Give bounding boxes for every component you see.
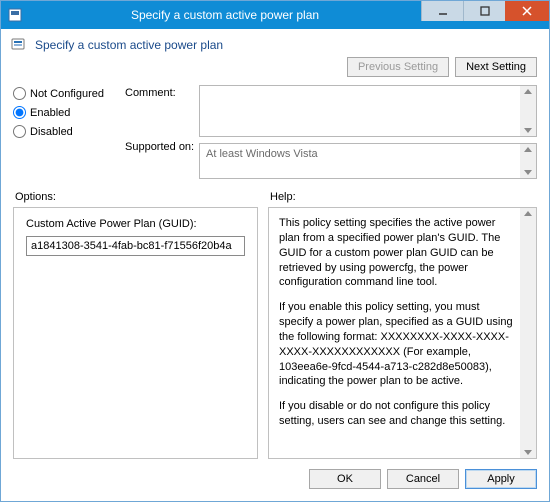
next-setting-button[interactable]: Next Setting: [455, 57, 537, 77]
radio-disabled[interactable]: Disabled: [13, 125, 121, 138]
field-labels: Comment: Supported on:: [125, 85, 195, 179]
supported-text: At least Windows Vista: [206, 148, 318, 160]
radio-label: Enabled: [30, 107, 70, 119]
radio-not-configured-input[interactable]: [13, 87, 26, 100]
window-title: Specify a custom active power plan: [29, 8, 421, 22]
scrollbar[interactable]: [520, 208, 536, 458]
help-column: Help: This policy setting specifies the …: [268, 189, 537, 459]
scroll-down-icon: [524, 170, 532, 175]
state-radios: Not Configured Enabled Disabled: [13, 85, 121, 179]
help-panel: This policy setting specifies the active…: [268, 207, 537, 459]
dialog-title: Specify a custom active power plan: [35, 38, 223, 52]
nav-buttons: Previous Setting Next Setting: [1, 57, 549, 85]
options-panel: Custom Active Power Plan (GUID):: [13, 207, 258, 459]
comment-field[interactable]: [199, 85, 537, 137]
window-buttons: [421, 1, 549, 29]
supported-field: At least Windows Vista: [199, 143, 537, 179]
config-area: Not Configured Enabled Disabled Comment:…: [1, 85, 549, 183]
scroll-down-icon: [524, 450, 532, 455]
scrollbar[interactable]: [520, 86, 536, 136]
app-icon: [1, 1, 29, 29]
scroll-up-icon: [524, 211, 532, 216]
cancel-button[interactable]: Cancel: [387, 469, 459, 489]
supported-label: Supported on:: [125, 139, 195, 153]
radio-label: Disabled: [30, 126, 73, 138]
policy-icon: [11, 37, 27, 53]
dialog-header: Specify a custom active power plan: [1, 29, 549, 59]
radio-enabled[interactable]: Enabled: [13, 106, 121, 119]
options-heading: Options:: [13, 189, 258, 207]
close-button[interactable]: [505, 1, 549, 21]
dialog-footer: OK Cancel Apply: [1, 459, 549, 501]
policy-dialog: Specify a custom active power plan Speci…: [0, 0, 550, 502]
titlebar[interactable]: Specify a custom active power plan: [1, 1, 549, 29]
scroll-up-icon: [524, 89, 532, 94]
apply-button[interactable]: Apply: [465, 469, 537, 489]
radio-label: Not Configured: [30, 88, 104, 100]
options-column: Options: Custom Active Power Plan (GUID)…: [13, 189, 258, 459]
field-inputs: At least Windows Vista: [199, 85, 537, 179]
scrollbar[interactable]: [520, 144, 536, 178]
radio-disabled-input[interactable]: [13, 125, 26, 138]
guid-label: Custom Active Power Plan (GUID):: [26, 218, 245, 230]
guid-input[interactable]: [26, 236, 245, 256]
radio-enabled-input[interactable]: [13, 106, 26, 119]
help-text: If you enable this policy setting, you m…: [279, 300, 514, 389]
scroll-up-icon: [524, 147, 532, 152]
main-area: Options: Custom Active Power Plan (GUID)…: [1, 183, 549, 459]
scroll-down-icon: [524, 128, 532, 133]
minimize-button[interactable]: [421, 1, 463, 21]
ok-button[interactable]: OK: [309, 469, 381, 489]
help-text: If you disable or do not configure this …: [279, 399, 514, 429]
previous-setting-button[interactable]: Previous Setting: [347, 57, 449, 77]
maximize-button[interactable]: [463, 1, 505, 21]
help-heading: Help:: [268, 189, 537, 207]
radio-not-configured[interactable]: Not Configured: [13, 87, 121, 100]
help-text: This policy setting specifies the active…: [279, 216, 514, 290]
comment-label: Comment:: [125, 85, 195, 139]
